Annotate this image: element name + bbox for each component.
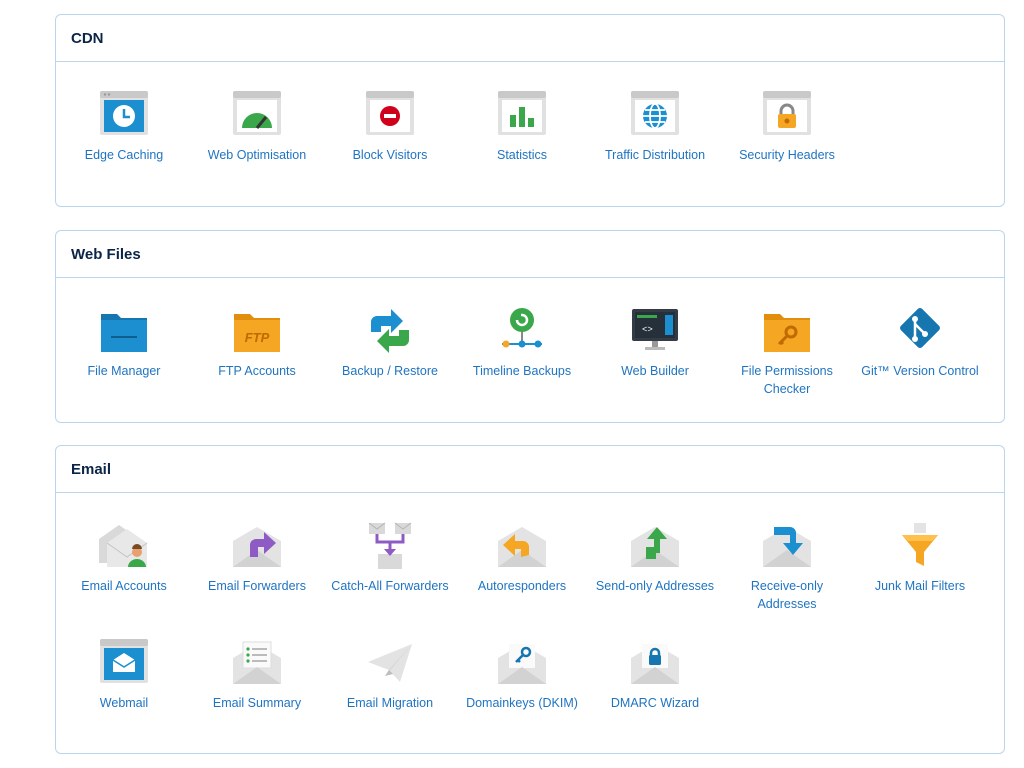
funnel-icon — [895, 521, 945, 571]
tile-label: FTP Accounts — [218, 364, 296, 378]
envelope-lock-icon — [630, 638, 680, 688]
ftp-folder-icon: FTP — [232, 306, 282, 356]
tile-label: Security Headers — [739, 148, 835, 162]
monitor-builder-icon: <> — [630, 306, 680, 356]
panel-title: Email — [71, 461, 112, 478]
timeline-icon — [497, 306, 547, 356]
tile-label: File Manager — [87, 364, 161, 378]
padlock-window-icon — [762, 90, 812, 140]
tile-label: Junk Mail Filters — [874, 579, 966, 593]
tile-label: Backup / Restore — [342, 364, 438, 378]
backup-restore-icon — [365, 306, 415, 356]
bar-chart-window-icon — [497, 90, 547, 140]
tile-label: Autoresponders — [477, 579, 567, 593]
panel-title: CDN — [71, 30, 104, 47]
email-panel-header: Email — [56, 446, 1004, 493]
panel-title: Web Files — [71, 246, 141, 263]
tile-label: Webmail — [99, 696, 149, 710]
email-panel: Email Email Accounts Email Forwarders Ca… — [55, 445, 1005, 754]
tile-label: File Permissions Checker — [741, 364, 833, 396]
envelope-receive-icon — [762, 521, 812, 571]
tile-label: Git™ Version Control — [861, 364, 979, 378]
envelope-merge-icon — [365, 521, 415, 571]
tile-label: Timeline Backups — [472, 364, 572, 378]
tile-label: Web Builder — [621, 364, 689, 378]
tile-label: Send-only Addresses — [595, 579, 715, 593]
tile-label: Email Migration — [346, 696, 434, 710]
envelope-key-icon — [497, 638, 547, 688]
globe-window-icon — [630, 90, 680, 140]
tile-label: Traffic Distribution — [604, 148, 706, 162]
tile-label: Statistics — [496, 148, 547, 162]
blue-folder-icon — [99, 306, 149, 356]
web-files-panel-header: Web Files — [56, 231, 1004, 278]
envelope-reply-icon — [497, 521, 547, 571]
git-icon — [895, 306, 945, 356]
cdn-panel-header: CDN — [56, 15, 1004, 62]
webmail-window-icon — [99, 638, 149, 688]
clock-window-icon — [99, 90, 149, 140]
svg-text:<>: <> — [642, 325, 653, 335]
paper-plane-icon — [365, 638, 415, 688]
web-files-panel: Web Files File Manager FTP FTP Accounts … — [55, 230, 1005, 423]
key-folder-icon — [762, 306, 812, 356]
cdn-panel: CDN Edge Caching Web Optimisation Block … — [55, 14, 1005, 207]
tile-label: Email Forwarders — [208, 579, 306, 593]
envelope-send-icon — [630, 521, 680, 571]
tile-label: Block Visitors — [352, 148, 428, 162]
tile-label: Catch-All Forwarders — [331, 579, 449, 593]
envelopes-person-icon — [99, 521, 149, 571]
tile-label: Domainkeys (DKIM) — [466, 696, 578, 710]
envelope-forward-icon — [232, 521, 282, 571]
tile-label: Web Optimisation — [207, 148, 307, 162]
tile-label: Edge Caching — [84, 148, 164, 162]
tile-label: DMARC Wizard — [610, 696, 700, 710]
tile-label: Email Accounts — [81, 579, 167, 593]
svg-text:FTP: FTP — [245, 330, 270, 345]
block-window-icon — [365, 90, 415, 140]
envelope-list-icon — [232, 638, 282, 688]
tile-label: Receive-only Addresses — [750, 579, 824, 611]
gauge-window-icon — [232, 90, 282, 140]
tile-label: Email Summary — [212, 696, 302, 710]
